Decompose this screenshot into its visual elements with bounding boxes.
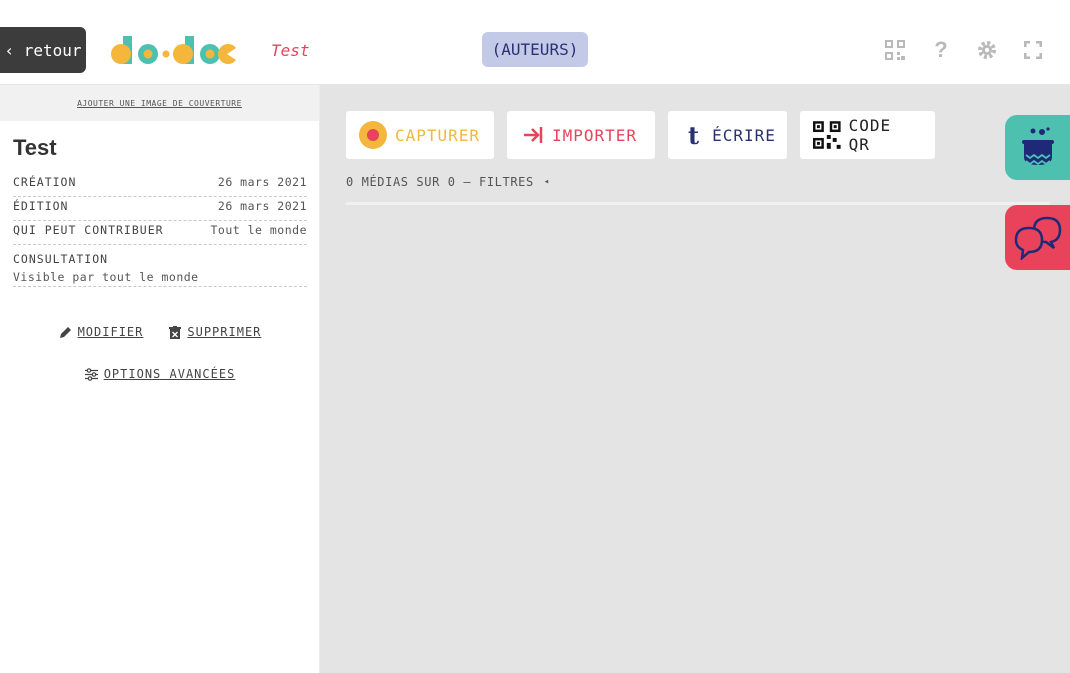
delete-button[interactable]: SUPPRIMER bbox=[169, 325, 261, 339]
recipe-float-button[interactable] bbox=[1005, 115, 1070, 180]
advanced-options-label: OPTIONS AVANCÉES bbox=[103, 367, 236, 381]
meta-key: CONSULTATION bbox=[13, 252, 109, 266]
import-label: IMPORTER bbox=[552, 125, 638, 145]
pencil-icon bbox=[59, 326, 71, 338]
write-label: ÉCRIRE bbox=[712, 125, 776, 145]
cauldron-icon bbox=[1021, 126, 1054, 165]
meta-creation: CRÉATION 26 mars 2021 bbox=[13, 173, 307, 197]
add-cover-link[interactable]: AJOUTER UNE IMAGE DE COUVERTURE bbox=[77, 99, 242, 108]
logo-letter-d1 bbox=[111, 36, 132, 64]
project-actions: MODIFIER SUPPRIMER bbox=[0, 325, 320, 339]
meta-value: 26 mars 2021 bbox=[217, 199, 307, 213]
sidebar-project-title: Test bbox=[13, 135, 57, 160]
media-count: 0 MÉDIAS SUR 0 — FILTRES bbox=[346, 175, 534, 189]
filter-arrow-icon: ◂ bbox=[543, 177, 550, 187]
record-icon bbox=[359, 121, 387, 149]
meta-value: Tout le monde bbox=[210, 223, 307, 237]
qr-code-button[interactable]: CODE QR bbox=[800, 111, 935, 159]
qr-label: CODE QR bbox=[848, 116, 892, 154]
meta-key: CRÉATION bbox=[13, 175, 77, 189]
trash-icon bbox=[169, 325, 182, 339]
write-button[interactable]: t ÉCRIRE bbox=[668, 111, 787, 159]
capture-label: CAPTURER bbox=[395, 125, 481, 145]
top-bar: ‹ retour Test (AUTEURS) ? bbox=[0, 0, 1070, 85]
meta-contributors: QUI PEUT CONTRIBUER Tout le monde bbox=[13, 221, 307, 245]
meta-key: ÉDITION bbox=[13, 199, 69, 213]
text-icon: t bbox=[688, 120, 701, 150]
chat-bubbles-icon bbox=[1014, 216, 1061, 260]
logo-letter-d2 bbox=[173, 36, 194, 64]
media-divider bbox=[346, 202, 1050, 205]
dodoc-logo[interactable] bbox=[110, 33, 240, 67]
advanced-options-button[interactable]: OPTIONS AVANCÉES bbox=[84, 367, 236, 381]
authors-button[interactable]: (AUTEURS) bbox=[482, 32, 588, 67]
fullscreen-icon[interactable] bbox=[1022, 38, 1044, 62]
delete-label: SUPPRIMER bbox=[187, 325, 262, 339]
meta-value: Visible par tout le monde bbox=[13, 270, 199, 284]
media-filter-toggle[interactable]: 0 MÉDIAS SUR 0 — FILTRES ◂ bbox=[346, 175, 550, 189]
chat-float-button[interactable] bbox=[1005, 205, 1070, 270]
modify-button[interactable]: MODIFIER bbox=[59, 325, 144, 339]
qr-code-icon[interactable] bbox=[884, 38, 906, 62]
back-button[interactable]: ‹ retour bbox=[0, 27, 86, 73]
media-area: CAPTURER IMPORTER t ÉCRIRE CODE QR 0 MÉD… bbox=[320, 85, 1070, 673]
project-meta: CRÉATION 26 mars 2021 ÉDITION 26 mars 20… bbox=[13, 173, 307, 287]
advanced-options-row: OPTIONS AVANCÉES bbox=[0, 367, 320, 381]
help-icon[interactable]: ? bbox=[930, 37, 952, 62]
project-title: Test bbox=[271, 41, 310, 60]
import-button[interactable]: IMPORTER bbox=[507, 111, 655, 159]
meta-edition: ÉDITION 26 mars 2021 bbox=[13, 197, 307, 221]
cover-band: AJOUTER UNE IMAGE DE COUVERTURE bbox=[0, 85, 319, 121]
top-icons: ? bbox=[884, 37, 1044, 62]
qr-code-icon bbox=[813, 121, 841, 149]
project-sidebar: AJOUTER UNE IMAGE DE COUVERTURE Test CRÉ… bbox=[0, 85, 320, 673]
import-arrow-icon bbox=[524, 127, 543, 143]
meta-consultation: CONSULTATION Visible par tout le monde bbox=[13, 245, 307, 287]
meta-value: 26 mars 2021 bbox=[217, 175, 307, 189]
meta-key: QUI PEUT CONTRIBUER bbox=[13, 223, 164, 237]
capture-button[interactable]: CAPTURER bbox=[346, 111, 494, 159]
modify-label: MODIFIER bbox=[77, 325, 144, 339]
settings-icon[interactable] bbox=[976, 38, 998, 62]
sliders-icon bbox=[84, 367, 98, 381]
